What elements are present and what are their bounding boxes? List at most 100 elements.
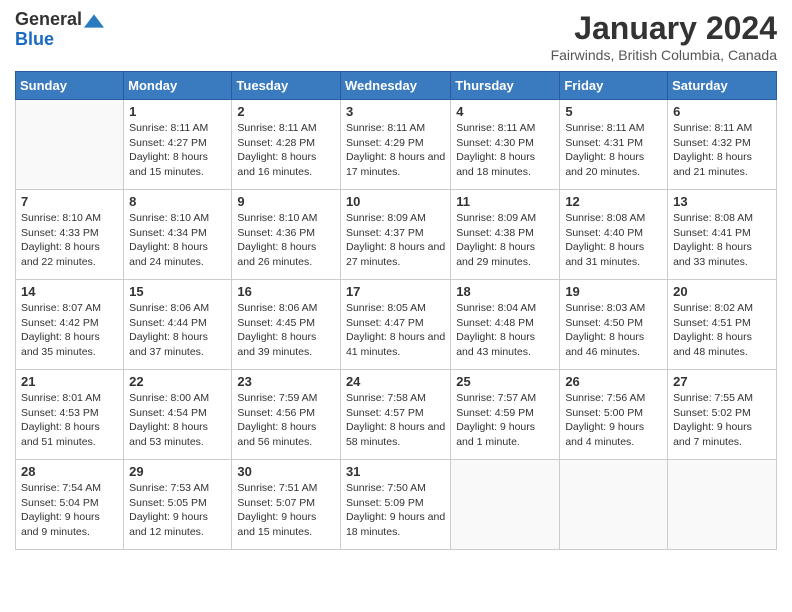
daylight-text: Daylight: 8 hours and 24 minutes.	[129, 240, 226, 269]
daylight-text: Daylight: 8 hours and 18 minutes.	[456, 150, 554, 179]
sunset-text: Sunset: 4:42 PM	[21, 316, 118, 331]
sunrise-text: Sunrise: 8:11 AM	[565, 121, 662, 136]
day-number: 29	[129, 464, 226, 479]
header-day-wednesday: Wednesday	[340, 72, 450, 100]
calendar-cell: 4Sunrise: 8:11 AMSunset: 4:30 PMDaylight…	[451, 100, 560, 190]
calendar-cell: 8 Sunrise: 8:10 AMSunset: 4:34 PMDaylight…	[124, 190, 232, 280]
daylight-text: Daylight: 8 hours and 20 minutes.	[565, 150, 662, 179]
sunset-text: Sunset: 5:02 PM	[673, 406, 771, 421]
sunrise-text: Sunrise: 8:11 AM	[456, 121, 554, 136]
sunset-text: Sunset: 4:45 PM	[237, 316, 335, 331]
daylight-text: Daylight: 9 hours and 1 minute.	[456, 420, 554, 449]
sunrise-text: Sunrise: 8:09 AM	[456, 211, 554, 226]
header-day-saturday: Saturday	[668, 72, 777, 100]
calendar-header: SundayMondayTuesdayWednesdayThursdayFrid…	[16, 72, 777, 100]
sunset-text: Sunset: 4:36 PM	[237, 226, 335, 241]
header-day-friday: Friday	[560, 72, 668, 100]
header-day-monday: Monday	[124, 72, 232, 100]
calendar-cell: 23 Sunrise: 7:59 AMSunset: 4:56 PMDayligh…	[232, 370, 341, 460]
day-info: Sunrise: 8:11 AMSunset: 4:32 PMDaylight:…	[673, 121, 771, 180]
day-number: 11	[456, 194, 554, 209]
sunrise-text: Sunrise: 7:55 AM	[673, 391, 771, 406]
daylight-text: Daylight: 8 hours and 37 minutes.	[129, 330, 226, 359]
sunset-text: Sunset: 5:05 PM	[129, 496, 226, 511]
daylight-text: Daylight: 8 hours and 22 minutes.	[21, 240, 118, 269]
sunset-text: Sunset: 4:59 PM	[456, 406, 554, 421]
calendar-cell	[668, 460, 777, 550]
calendar-cell: 1Sunrise: 8:11 AMSunset: 4:27 PMDaylight…	[124, 100, 232, 190]
sunset-text: Sunset: 4:27 PM	[129, 136, 226, 151]
day-number: 8	[129, 194, 226, 209]
day-number: 23	[237, 374, 335, 389]
sunset-text: Sunset: 4:38 PM	[456, 226, 554, 241]
calendar-cell: 6Sunrise: 8:11 AMSunset: 4:32 PMDaylight…	[668, 100, 777, 190]
day-info: Sunrise: 8:06 AMSunset: 4:45 PMDaylight:…	[237, 301, 335, 360]
sunset-text: Sunset: 4:57 PM	[346, 406, 445, 421]
day-number: 14	[21, 284, 118, 299]
daylight-text: Daylight: 9 hours and 9 minutes.	[21, 510, 118, 539]
sunrise-text: Sunrise: 8:06 AM	[129, 301, 226, 316]
day-info: Sunrise: 8:11 AMSunset: 4:29 PMDaylight:…	[346, 121, 445, 180]
sunset-text: Sunset: 5:09 PM	[346, 496, 445, 511]
calendar-cell: 24Sunrise: 7:58 AMSunset: 4:57 PMDayligh…	[340, 370, 450, 460]
day-number: 1	[129, 104, 226, 119]
calendar-cell: 13 Sunrise: 8:08 AMSunset: 4:41 PMDayligh…	[668, 190, 777, 280]
day-number: 30	[237, 464, 335, 479]
sunrise-text: Sunrise: 8:02 AM	[673, 301, 771, 316]
sunset-text: Sunset: 4:56 PM	[237, 406, 335, 421]
daylight-text: Daylight: 9 hours and 12 minutes.	[129, 510, 226, 539]
sunset-text: Sunset: 4:34 PM	[129, 226, 226, 241]
day-info: Sunrise: 8:08 AMSunset: 4:41 PMDaylight:…	[673, 211, 771, 270]
daylight-text: Daylight: 8 hours and 27 minutes.	[346, 240, 445, 269]
daylight-text: Daylight: 8 hours and 39 minutes.	[237, 330, 335, 359]
sunrise-text: Sunrise: 8:10 AM	[129, 211, 226, 226]
daylight-text: Daylight: 8 hours and 21 minutes.	[673, 150, 771, 179]
sunrise-text: Sunrise: 8:09 AM	[346, 211, 445, 226]
sunrise-text: Sunrise: 7:57 AM	[456, 391, 554, 406]
sunset-text: Sunset: 4:37 PM	[346, 226, 445, 241]
header-day-sunday: Sunday	[16, 72, 124, 100]
header-day-thursday: Thursday	[451, 72, 560, 100]
page-header: GeneralBlue January 2024 Fairwinds, Brit…	[15, 10, 777, 63]
week-row-1: 1Sunrise: 8:11 AMSunset: 4:27 PMDaylight…	[16, 100, 777, 190]
sunset-text: Sunset: 4:51 PM	[673, 316, 771, 331]
day-info: Sunrise: 8:10 AMSunset: 4:34 PMDaylight:…	[129, 211, 226, 270]
sunrise-text: Sunrise: 7:58 AM	[346, 391, 445, 406]
day-info: Sunrise: 8:10 AMSunset: 4:33 PMDaylight:…	[21, 211, 118, 270]
daylight-text: Daylight: 8 hours and 31 minutes.	[565, 240, 662, 269]
calendar-cell: 20Sunrise: 8:02 AMSunset: 4:51 PMDayligh…	[668, 280, 777, 370]
day-info: Sunrise: 7:57 AMSunset: 4:59 PMDaylight:…	[456, 391, 554, 450]
sunrise-text: Sunrise: 8:06 AM	[237, 301, 335, 316]
day-info: Sunrise: 8:11 AMSunset: 4:31 PMDaylight:…	[565, 121, 662, 180]
sunset-text: Sunset: 4:29 PM	[346, 136, 445, 151]
calendar-cell: 12 Sunrise: 8:08 AMSunset: 4:40 PMDayligh…	[560, 190, 668, 280]
location-subtitle: Fairwinds, British Columbia, Canada	[551, 47, 777, 63]
day-info: Sunrise: 8:08 AMSunset: 4:40 PMDaylight:…	[565, 211, 662, 270]
day-number: 26	[565, 374, 662, 389]
day-number: 7	[21, 194, 118, 209]
daylight-text: Daylight: 8 hours and 46 minutes.	[565, 330, 662, 359]
day-number: 13	[673, 194, 771, 209]
calendar-cell: 29Sunrise: 7:53 AMSunset: 5:05 PMDayligh…	[124, 460, 232, 550]
sunset-text: Sunset: 4:44 PM	[129, 316, 226, 331]
calendar-cell: 2Sunrise: 8:11 AMSunset: 4:28 PMDaylight…	[232, 100, 341, 190]
sunrise-text: Sunrise: 8:07 AM	[21, 301, 118, 316]
sunset-text: Sunset: 4:53 PM	[21, 406, 118, 421]
day-info: Sunrise: 7:59 AMSunset: 4:56 PMDaylight:…	[237, 391, 335, 450]
day-number: 4	[456, 104, 554, 119]
day-info: Sunrise: 8:01 AMSunset: 4:53 PMDaylight:…	[21, 391, 118, 450]
day-number: 5	[565, 104, 662, 119]
sunrise-text: Sunrise: 8:11 AM	[129, 121, 226, 136]
daylight-text: Daylight: 9 hours and 4 minutes.	[565, 420, 662, 449]
daylight-text: Daylight: 8 hours and 16 minutes.	[237, 150, 335, 179]
day-info: Sunrise: 8:02 AMSunset: 4:51 PMDaylight:…	[673, 301, 771, 360]
daylight-text: Daylight: 8 hours and 35 minutes.	[21, 330, 118, 359]
calendar-cell: 9Sunrise: 8:10 AMSunset: 4:36 PMDaylight…	[232, 190, 341, 280]
sunrise-text: Sunrise: 7:51 AM	[237, 481, 335, 496]
day-number: 12	[565, 194, 662, 209]
daylight-text: Daylight: 8 hours and 26 minutes.	[237, 240, 335, 269]
daylight-text: Daylight: 8 hours and 48 minutes.	[673, 330, 771, 359]
calendar-cell: 10Sunrise: 8:09 AMSunset: 4:37 PMDayligh…	[340, 190, 450, 280]
calendar-cell: 21Sunrise: 8:01 AMSunset: 4:53 PMDayligh…	[16, 370, 124, 460]
day-number: 9	[237, 194, 335, 209]
